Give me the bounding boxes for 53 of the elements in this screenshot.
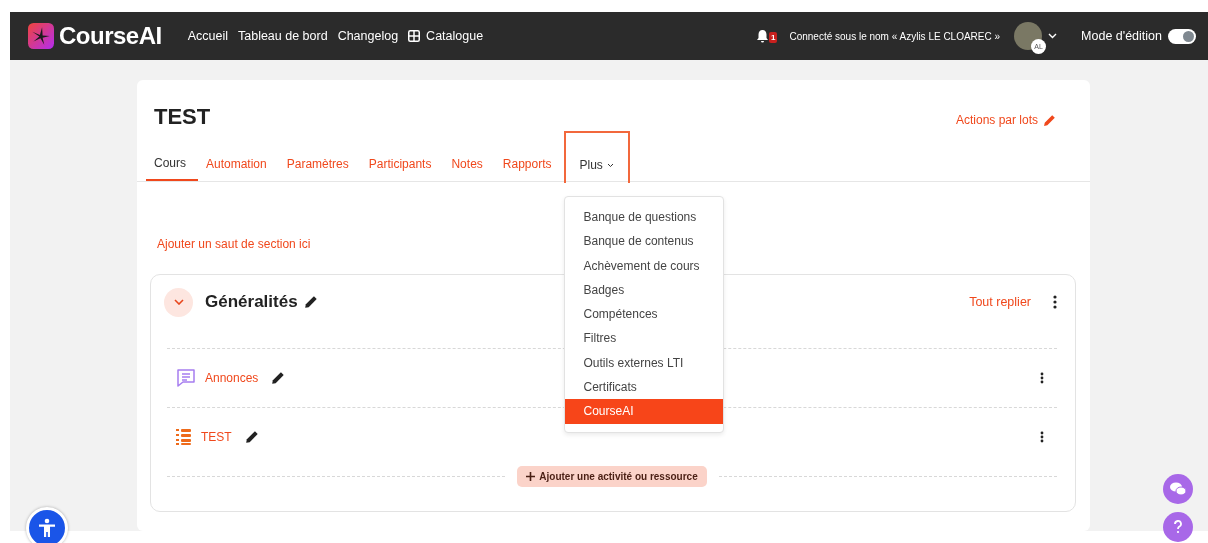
menu-item[interactable]: Certificats [564,375,723,400]
chevron-icon [173,299,184,305]
menu-item[interactable]: Outils externes LTI [564,350,723,376]
brand-name[interactable]: CourseAI [59,22,162,50]
pencil-icon[interactable] [244,430,259,444]
course-tab[interactable]: Rapports [494,146,564,181]
activity-link[interactable]: Annonces [205,371,259,385]
question-icon [1173,520,1183,534]
course-tab[interactable]: Notes [443,146,495,181]
course-tab[interactable]: Plus [563,131,630,183]
nav-link[interactable]: Tableau de bord [238,29,328,43]
bell-icon[interactable] [755,29,769,43]
edit-mode-toggle[interactable] [1168,28,1196,44]
course-tab[interactable]: Participants [360,146,444,181]
plus-icon [526,472,536,481]
pencil-icon [1043,113,1056,127]
kebab-menu-icon[interactable] [1040,431,1044,443]
caret-icon [606,162,614,168]
menu-item[interactable]: Banque de questions [564,205,723,230]
list-icon [176,428,192,446]
menu-item[interactable]: Banque de contenus [564,229,723,254]
menu-item[interactable]: Badges [564,277,723,303]
pencil-icon[interactable] [271,371,286,385]
bulk-actions-link[interactable]: Actions par lots [955,113,1056,127]
course-tab[interactable]: Paramètres [278,146,361,181]
nav-link[interactable]: Changelog [337,29,399,43]
menu-item[interactable]: Filtres [564,326,723,351]
chat-bubbles-icon [1169,481,1187,497]
caret-icon[interactable] [1048,33,1058,39]
activity-link[interactable]: TEST [201,430,232,444]
nav-link[interactable]: Catalogue [408,29,484,43]
course-tab[interactable]: Automation [198,146,279,181]
menu-item[interactable]: CourseAI [564,399,723,424]
edit-mode-label: Mode d'édition [1081,29,1162,43]
logo-icon [28,23,54,49]
course-title: TEST [154,104,211,130]
add-section-break-link[interactable]: Ajouter un saut de section ici [157,237,311,251]
kebab-menu-icon[interactable] [1053,295,1057,309]
nav-link[interactable]: Accueil [187,29,228,43]
grid-icon [408,30,421,42]
collapse-all-link[interactable]: Tout replier [969,295,1031,309]
user-login-text: Connecté sous le nom « Azylis LE CLOAREC » [789,30,1001,42]
section-title: Généralités [205,292,298,312]
menu-item[interactable]: Achèvement de cours [564,253,723,278]
course-tab[interactable]: Cours [146,146,198,181]
help-button[interactable] [1163,512,1193,542]
accessibility-icon [36,517,58,539]
add-activity-button[interactable]: Ajouter une activité ou ressource [517,466,707,487]
pencil-icon[interactable] [303,295,318,309]
menu-item[interactable]: Compétences [564,302,723,327]
chat-bubble-icon [176,368,196,388]
kebab-menu-icon[interactable] [1040,372,1044,384]
notification-count: 1 [768,32,778,43]
